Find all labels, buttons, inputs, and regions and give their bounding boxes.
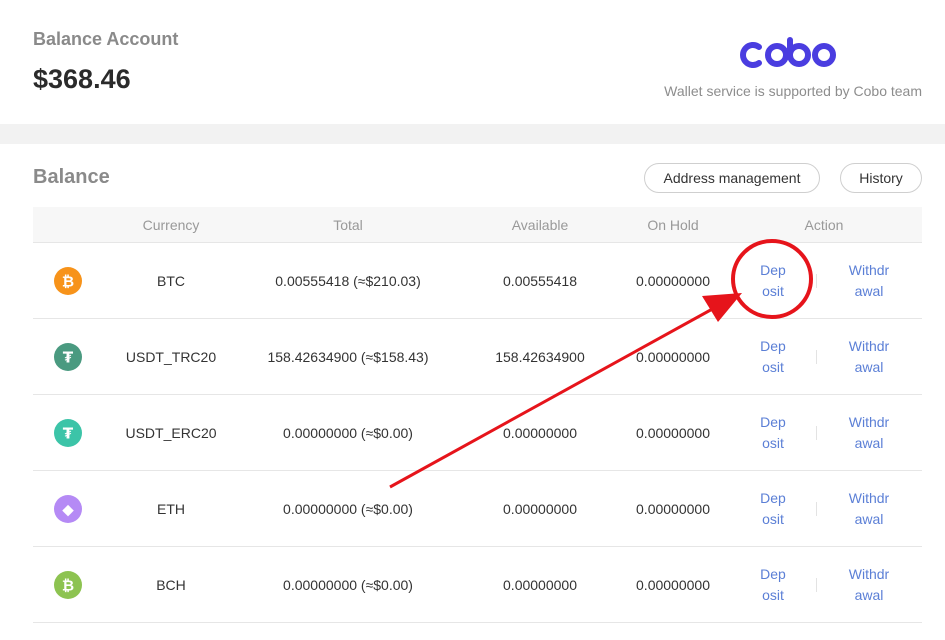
deposit-link-line-1: Dep xyxy=(760,566,786,582)
column-available: Available xyxy=(511,217,569,233)
on-hold-cell: 0.00000000 xyxy=(636,501,710,517)
withdrawal-link[interactable]: Withdr awal xyxy=(833,319,905,395)
deposit-link-line-1: Dep xyxy=(760,262,786,278)
currency-cell: USDT_TRC20 xyxy=(125,349,217,365)
action-divider xyxy=(816,274,817,288)
deposit-link[interactable]: Dep osit xyxy=(743,471,803,547)
column-action: Action xyxy=(804,217,844,233)
withdrawal-link-line-2: awal xyxy=(854,587,884,603)
table-row: ◆ ETH 0.00000000 (≈$0.00) 0.00000000 0.00000… xyxy=(33,471,922,547)
deposit-link-line-2: osit xyxy=(762,587,784,603)
svg-text:₮: ₮ xyxy=(63,349,74,367)
deposit-link-line-2: osit xyxy=(762,511,784,527)
bitcoin-icon: ₿ xyxy=(54,267,82,295)
cobo-logo xyxy=(740,37,836,68)
history-button[interactable]: History xyxy=(840,163,922,193)
currency-cell: BCH xyxy=(156,577,186,593)
address-management-button[interactable]: Address management xyxy=(644,163,820,193)
available-cell: 158.42634900 xyxy=(495,349,585,365)
table-row: ₿ BTC 0.00555418 (≈$210.03) 0.00555418 0.000… xyxy=(33,243,922,319)
on-hold-cell: 0.00000000 xyxy=(636,349,710,365)
total-cell: 0.00000000 (≈$0.00) xyxy=(283,501,413,517)
on-hold-cell: 0.00000000 xyxy=(636,425,710,441)
withdrawal-link-line-2: awal xyxy=(854,435,884,451)
total-cell: 0.00000000 (≈$0.00) xyxy=(283,425,413,441)
deposit-link-line-2: osit xyxy=(762,283,784,299)
table-row: ₿ BCH 0.00000000 (≈$0.00) 0.00000000 0.00000… xyxy=(33,547,922,623)
column-currency: Currency xyxy=(142,217,200,233)
deposit-link-line-1: Dep xyxy=(760,490,786,506)
bitcoin-cash-icon: ₿ xyxy=(54,571,82,599)
table-header: Currency Total Available On Hold Action xyxy=(33,207,922,243)
deposit-link[interactable]: Dep osit xyxy=(743,395,803,471)
total-cell: 0.00555418 (≈$210.03) xyxy=(275,273,421,289)
svg-text:₿: ₿ xyxy=(62,577,74,595)
currency-cell: USDT_ERC20 xyxy=(125,425,217,441)
wallet-service-note: Wallet service is supported by Cobo team xyxy=(664,83,922,99)
withdrawal-link-line-1: Withdr xyxy=(848,566,890,582)
deposit-link-line-2: osit xyxy=(762,435,784,451)
total-cell: 0.00000000 (≈$0.00) xyxy=(283,577,413,593)
withdrawal-link-line-2: awal xyxy=(854,511,884,527)
withdrawal-link[interactable]: Withdr awal xyxy=(833,395,905,471)
svg-text:₿: ₿ xyxy=(62,273,74,291)
column-total: Total xyxy=(333,217,363,233)
withdrawal-link[interactable]: Withdr awal xyxy=(833,243,905,319)
svg-text:₮: ₮ xyxy=(63,425,74,443)
deposit-link-line-2: osit xyxy=(762,359,784,375)
deposit-link[interactable]: Dep osit xyxy=(743,319,803,395)
withdrawal-link-line-2: awal xyxy=(854,283,884,299)
table-row: ₮ USDT_TRC20 158.42634900 (≈$158.43) 158.42… xyxy=(33,319,922,395)
withdrawal-link-line-2: awal xyxy=(854,359,884,375)
withdrawal-link-line-1: Withdr xyxy=(848,262,890,278)
currency-cell: BTC xyxy=(157,273,185,289)
deposit-link[interactable]: Dep osit xyxy=(743,547,803,623)
withdrawal-link[interactable]: Withdr awal xyxy=(833,471,905,547)
on-hold-cell: 0.00000000 xyxy=(636,273,710,289)
withdrawal-link[interactable]: Withdr awal xyxy=(833,547,905,623)
available-cell: 0.00000000 xyxy=(503,501,577,517)
tether-icon: ₮ xyxy=(54,419,82,447)
action-divider xyxy=(816,578,817,592)
balance-account-title: Balance Account xyxy=(33,29,179,49)
total-cell: 158.42634900 (≈$158.43) xyxy=(267,349,429,365)
balance-section-title: Balance xyxy=(33,166,110,188)
table-row: ₮ USDT_ERC20 0.00000000 (≈$0.00) 0.00000000… xyxy=(33,395,922,471)
available-cell: 0.00555418 xyxy=(503,273,577,289)
on-hold-cell: 0.00000000 xyxy=(636,577,710,593)
deposit-link-line-1: Dep xyxy=(760,338,786,354)
action-divider xyxy=(816,350,817,364)
svg-text:◆: ◆ xyxy=(62,501,74,519)
balance-amount: $368.46 xyxy=(33,64,131,94)
deposit-link[interactable]: Dep osit xyxy=(743,243,803,319)
withdrawal-link-line-1: Withdr xyxy=(848,490,890,506)
withdrawal-link-line-1: Withdr xyxy=(848,338,890,354)
deposit-link-line-1: Dep xyxy=(760,414,786,430)
action-divider xyxy=(816,502,817,516)
tether-icon: ₮ xyxy=(54,343,82,371)
action-divider xyxy=(816,426,817,440)
currency-cell: ETH xyxy=(157,501,185,517)
withdrawal-link-line-1: Withdr xyxy=(848,414,890,430)
available-cell: 0.00000000 xyxy=(503,577,577,593)
available-cell: 0.00000000 xyxy=(503,425,577,441)
ethereum-icon: ◆ xyxy=(54,495,82,523)
column-on-hold: On Hold xyxy=(647,217,699,233)
